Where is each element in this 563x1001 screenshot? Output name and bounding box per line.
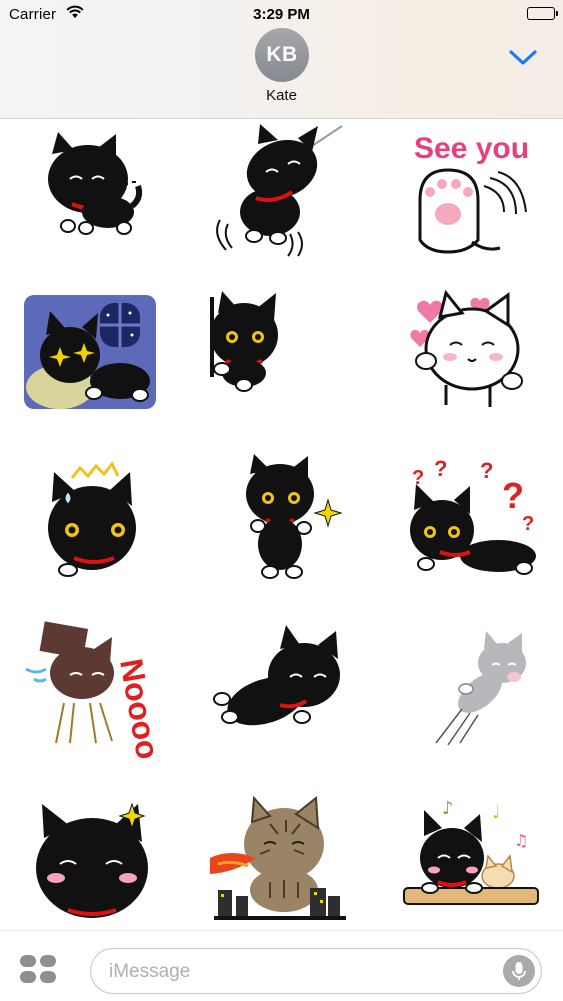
tabby-cat-city-icon [210,795,346,920]
paw-wave-icon: See you [414,132,529,254]
message-compose-bar [0,930,563,1001]
message-field[interactable] [90,948,542,994]
sticker-music-cats[interactable]: ♪ ♩ ♫ [390,784,550,924]
conversation-header: Carrier 3:29 PM KB Kate [0,0,563,119]
sticker-flying-gray-cat[interactable] [390,619,550,759]
message-input[interactable] [107,958,491,986]
sticker-night-window-cat[interactable] [20,289,180,429]
contact-name[interactable]: Kate [0,87,563,104]
status-time: 3:29 PM [253,6,310,23]
black-cat-leap-icon [213,625,340,726]
sticker-grid: See you ? ? ? ? ? Noooo ♪ ♩ ♫ [0,119,563,929]
brown-cat-dragged-icon: Noooo [25,621,166,759]
sticker-question-cat[interactable]: ? ? ? ? ? [390,454,550,594]
svg-text:♩: ♩ [492,802,501,823]
svg-text:?: ? [412,467,424,489]
sticker-falling-cat[interactable] [200,124,360,264]
sticker-leaping-cat[interactable] [200,619,360,759]
sticker-blush-cat[interactable] [20,784,180,924]
contact-avatar[interactable]: KB [255,28,309,82]
app-drawer-icon[interactable] [20,955,58,985]
black-cat-dropping-icon [216,124,343,257]
sticker-text-see-you: See you [414,132,529,165]
sticker-standing-cat[interactable] [200,454,360,594]
black-cat-sparkle-icon [246,454,343,579]
svg-text:?: ? [480,458,493,483]
black-cat-walking-icon [48,132,143,235]
svg-text:?: ? [434,456,447,481]
battery-icon [527,7,558,20]
black-cat-sweat-crown-icon [48,461,136,577]
sticker-see-you-paw[interactable]: See you [390,124,550,264]
svg-text:♪: ♪ [442,798,454,819]
sticker-nooo-cat[interactable]: Noooo [20,619,180,759]
white-cat-hearts-icon [410,289,523,407]
svg-text:♫: ♫ [514,831,528,850]
sticker-love-white-cat[interactable] [390,289,550,429]
sticker-peeking-cat[interactable] [200,289,360,429]
svg-text:?: ? [522,513,534,535]
microphone-icon[interactable] [503,955,535,987]
chevron-down-icon[interactable] [508,44,538,70]
sticker-walking-cat[interactable] [20,124,180,264]
black-cat-music-icon: ♪ ♩ ♫ [403,798,539,905]
black-cat-blush-icon [36,802,148,918]
black-cat-peek-icon [210,291,278,392]
svg-text:?: ? [502,475,524,516]
gray-cat-flying-icon [435,631,526,746]
sticker-kaiju-cat[interactable] [200,784,360,924]
sticker-text-nooo: Noooo [113,656,166,759]
status-bar: Carrier 3:29 PM [0,0,563,30]
black-cat-question-icon: ? ? ? ? ? [410,456,536,575]
black-cat-starry-eyes-icon [24,295,156,409]
sticker-crown-cat[interactable] [20,454,180,594]
